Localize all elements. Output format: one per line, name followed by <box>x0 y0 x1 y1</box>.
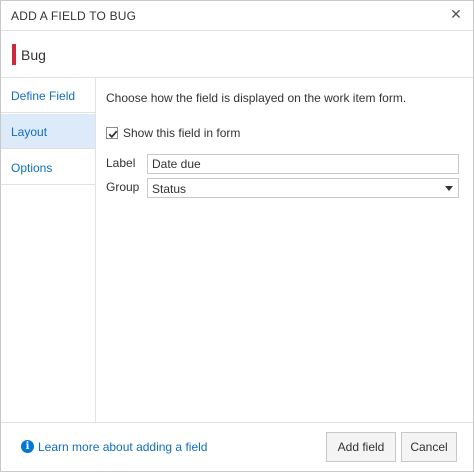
dialog-titlebar: ADD A FIELD TO BUG ✕ <box>1 1 473 31</box>
group-field-label: Group <box>106 180 140 194</box>
group-select[interactable]: Status <box>147 178 459 198</box>
nav-item-label: Layout <box>11 125 48 139</box>
left-nav: Define Field Layout Options <box>1 78 96 422</box>
work-item-name: Bug <box>21 47 46 63</box>
info-icon: i <box>21 440 34 453</box>
layout-panel: Choose how the field is displayed on the… <box>97 78 473 422</box>
work-item-color-bar <box>12 44 16 65</box>
work-item-header: Bug <box>1 32 473 78</box>
group-select-value: Status <box>152 182 187 196</box>
add-field-button[interactable]: Add field <box>326 432 396 462</box>
show-in-form-label: Show this field in form <box>123 126 241 140</box>
cancel-button[interactable]: Cancel <box>401 432 457 462</box>
chevron-down-icon <box>445 186 453 191</box>
help-link-text: Learn more about adding a field <box>38 440 208 454</box>
layout-description: Choose how the field is displayed on the… <box>106 91 407 105</box>
dialog-title: ADD A FIELD TO BUG <box>11 9 137 23</box>
add-field-dialog: ADD A FIELD TO BUG ✕ Bug Define Field La… <box>0 0 474 472</box>
nav-item-label: Options <box>11 161 53 175</box>
close-icon[interactable]: ✕ <box>449 7 463 21</box>
nav-item-layout[interactable]: Layout <box>1 114 95 149</box>
label-input[interactable] <box>147 154 459 174</box>
nav-item-options[interactable]: Options <box>1 150 95 185</box>
label-field-label: Label <box>106 156 136 170</box>
checkmark-icon <box>108 130 118 139</box>
nav-item-label: Define Field <box>11 89 76 103</box>
show-in-form-checkbox[interactable] <box>106 127 118 139</box>
nav-item-define-field[interactable]: Define Field <box>1 78 95 113</box>
dialog-footer: i Learn more about adding a field Add fi… <box>1 422 473 471</box>
